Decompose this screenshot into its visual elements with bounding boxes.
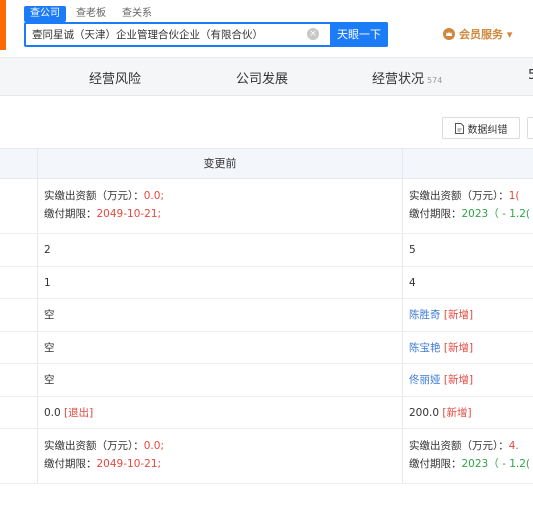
member-service[interactable]: 会员服务 ▾ xyxy=(443,26,512,42)
member-label: 会员服务 ▾ xyxy=(459,28,513,41)
tab-company[interactable]: 查公司 xyxy=(24,6,66,22)
after-cell: 200.0 [新增] xyxy=(409,407,472,419)
shareholder-link[interactable]: 佟丽娅 xyxy=(409,374,441,386)
after-cell: 实缴出资额（万元）：1( xyxy=(409,190,520,202)
search-button[interactable]: 天眼一下 xyxy=(330,22,388,47)
search-tabs: 查公司 查老板 查关系 xyxy=(24,6,158,22)
nav-label: 经营状况 xyxy=(372,72,425,87)
before-cell: 空 xyxy=(44,309,55,321)
change-tag: [退出] xyxy=(64,407,94,419)
table-row: 1 4 xyxy=(0,267,533,299)
after-cell: 陈宝艳 [新增] xyxy=(409,339,473,357)
table-header: 变更前 xyxy=(0,148,533,179)
crown-icon xyxy=(443,28,455,40)
nav-label: 经营风险 xyxy=(89,72,142,87)
before-cell: 实缴出资额（万元）：0.0; xyxy=(44,440,164,452)
after-cell: 佟丽娅 [新增] xyxy=(409,371,473,389)
document-icon xyxy=(454,122,464,134)
after-cell: 5 xyxy=(409,244,416,256)
after-cell: 缴付期限：2023（ - 1.2( xyxy=(409,208,530,220)
top-header: 查公司 查老板 查关系 × 天眼一下 会员服务 ▾ xyxy=(0,0,533,58)
after-cell: 实缴出资额（万元）：4. xyxy=(409,440,519,452)
nav-count: 574 xyxy=(427,76,443,85)
tab-relation[interactable]: 查关系 xyxy=(116,6,158,22)
change-tag: [新增] xyxy=(443,309,474,321)
before-cell: 缴付期限：2049-10-21; xyxy=(44,458,162,470)
data-correction-button[interactable]: 数据纠错 xyxy=(442,117,520,139)
change-tag: [新增] xyxy=(443,374,474,386)
table-row: 空 陈宝艳 [新增] xyxy=(0,332,533,364)
change-tag: [新增] xyxy=(443,342,474,354)
after-cell: 缴付期限：2023（ - 1.2( xyxy=(409,458,530,470)
table-row: 空 佟丽娅 [新增] xyxy=(0,364,533,397)
before-cell: 2 xyxy=(44,244,51,256)
header-before: 变更前 xyxy=(203,157,237,170)
change-table: 变更前 实缴出资额（万元）：0.0; 缴付期限：2049-10-21; 实缴出资… xyxy=(0,148,533,484)
shareholder-link[interactable]: 陈胜奇 xyxy=(409,309,441,321)
clear-icon[interactable]: × xyxy=(307,28,319,40)
nav-item-status[interactable]: 经营状况 574 xyxy=(372,68,442,87)
before-cell: 缴付期限：2049-10-21; xyxy=(44,208,162,220)
before-cell: 1 xyxy=(44,277,51,289)
change-tag: [新增] xyxy=(442,407,472,419)
nav-item-risk[interactable]: 经营风险 xyxy=(89,68,141,87)
after-cell: 4 xyxy=(409,277,416,289)
before-cell: 0.0 [退出] xyxy=(44,407,94,419)
nav-label: 公司发展 xyxy=(236,72,289,87)
after-cell: 陈胜奇 [新增] xyxy=(409,306,473,324)
before-cell: 实缴出资额（万元）：0.0; xyxy=(44,190,164,202)
toolbar-more-button[interactable] xyxy=(527,117,533,139)
table-row: 空 陈胜奇 [新增] xyxy=(0,299,533,332)
toolbar: 数据纠错 xyxy=(0,96,533,148)
section-nav: 经营风险 公司发展 经营状况 574 5 xyxy=(0,58,533,96)
shareholder-link[interactable]: 陈宝艳 xyxy=(409,342,441,354)
nav-item-development[interactable]: 公司发展 xyxy=(236,68,288,87)
feedback-label: 数据纠错 xyxy=(467,124,508,136)
table-row: 2 5 xyxy=(0,234,533,267)
logo[interactable] xyxy=(0,0,6,50)
nav-label: 5 xyxy=(528,68,533,83)
table-row: 0.0 [退出] 200.0 [新增] xyxy=(0,397,533,429)
before-cell: 空 xyxy=(44,374,55,386)
nav-item-more[interactable]: 5 xyxy=(528,68,533,83)
table-row: 实缴出资额（万元）：0.0; 缴付期限：2049-10-21; 实缴出资额（万元… xyxy=(0,429,533,484)
table-row: 实缴出资额（万元）：0.0; 缴付期限：2049-10-21; 实缴出资额（万元… xyxy=(0,179,533,234)
search-input[interactable] xyxy=(26,24,326,45)
tab-boss[interactable]: 查老板 xyxy=(70,6,112,22)
before-cell: 空 xyxy=(44,342,55,354)
search-box: × 天眼一下 xyxy=(24,22,388,47)
